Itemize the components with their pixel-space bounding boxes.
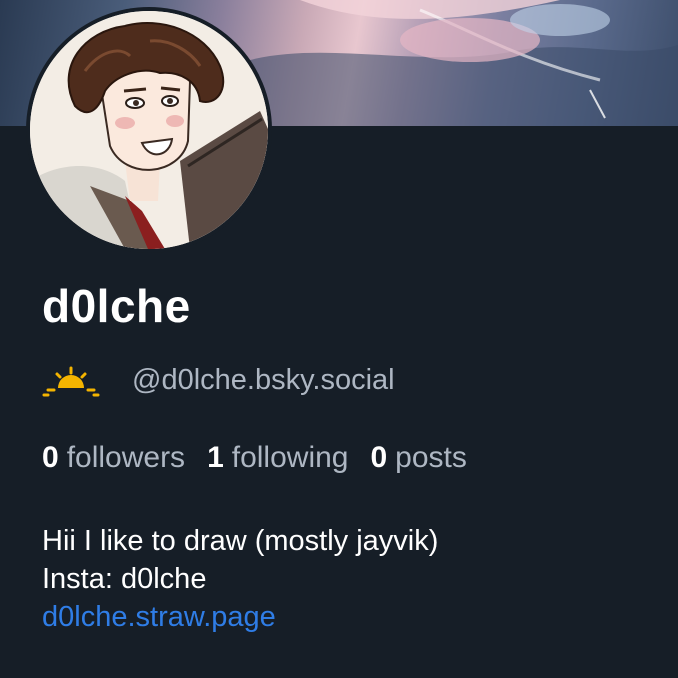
stat-following[interactable]: 1 following — [207, 441, 348, 475]
profile-page: d0lche @d0lche.bsky.social 0 followers 1… — [0, 0, 678, 678]
following-count: 1 — [207, 441, 224, 474]
stat-posts: 0 posts — [370, 441, 466, 475]
avatar[interactable] — [26, 7, 272, 253]
handle-row: @d0lche.bsky.social — [42, 360, 395, 400]
stats-row: 0 followers 1 following 0 posts — [42, 438, 489, 478]
handle[interactable]: @d0lche.bsky.social — [132, 364, 395, 397]
display-name: d0lche — [42, 280, 191, 332]
bio: Hii I like to draw (mostly jayvik) Insta… — [42, 522, 438, 636]
bio-line: Hii I like to draw (mostly jayvik) — [42, 525, 439, 557]
followers-count: 0 — [42, 441, 59, 474]
posts-label: posts — [395, 441, 467, 474]
avatar-portrait-art — [30, 11, 268, 249]
posts-count: 0 — [370, 441, 388, 474]
sun-icon — [42, 362, 100, 398]
stat-followers[interactable]: 0 followers — [42, 441, 185, 475]
bio-link[interactable]: d0lche.straw.page — [42, 598, 438, 636]
avatar-image — [30, 11, 268, 249]
following-label: following — [231, 441, 349, 474]
bio-line: Insta: d0lche — [42, 563, 207, 595]
followers-label: followers — [66, 441, 186, 474]
